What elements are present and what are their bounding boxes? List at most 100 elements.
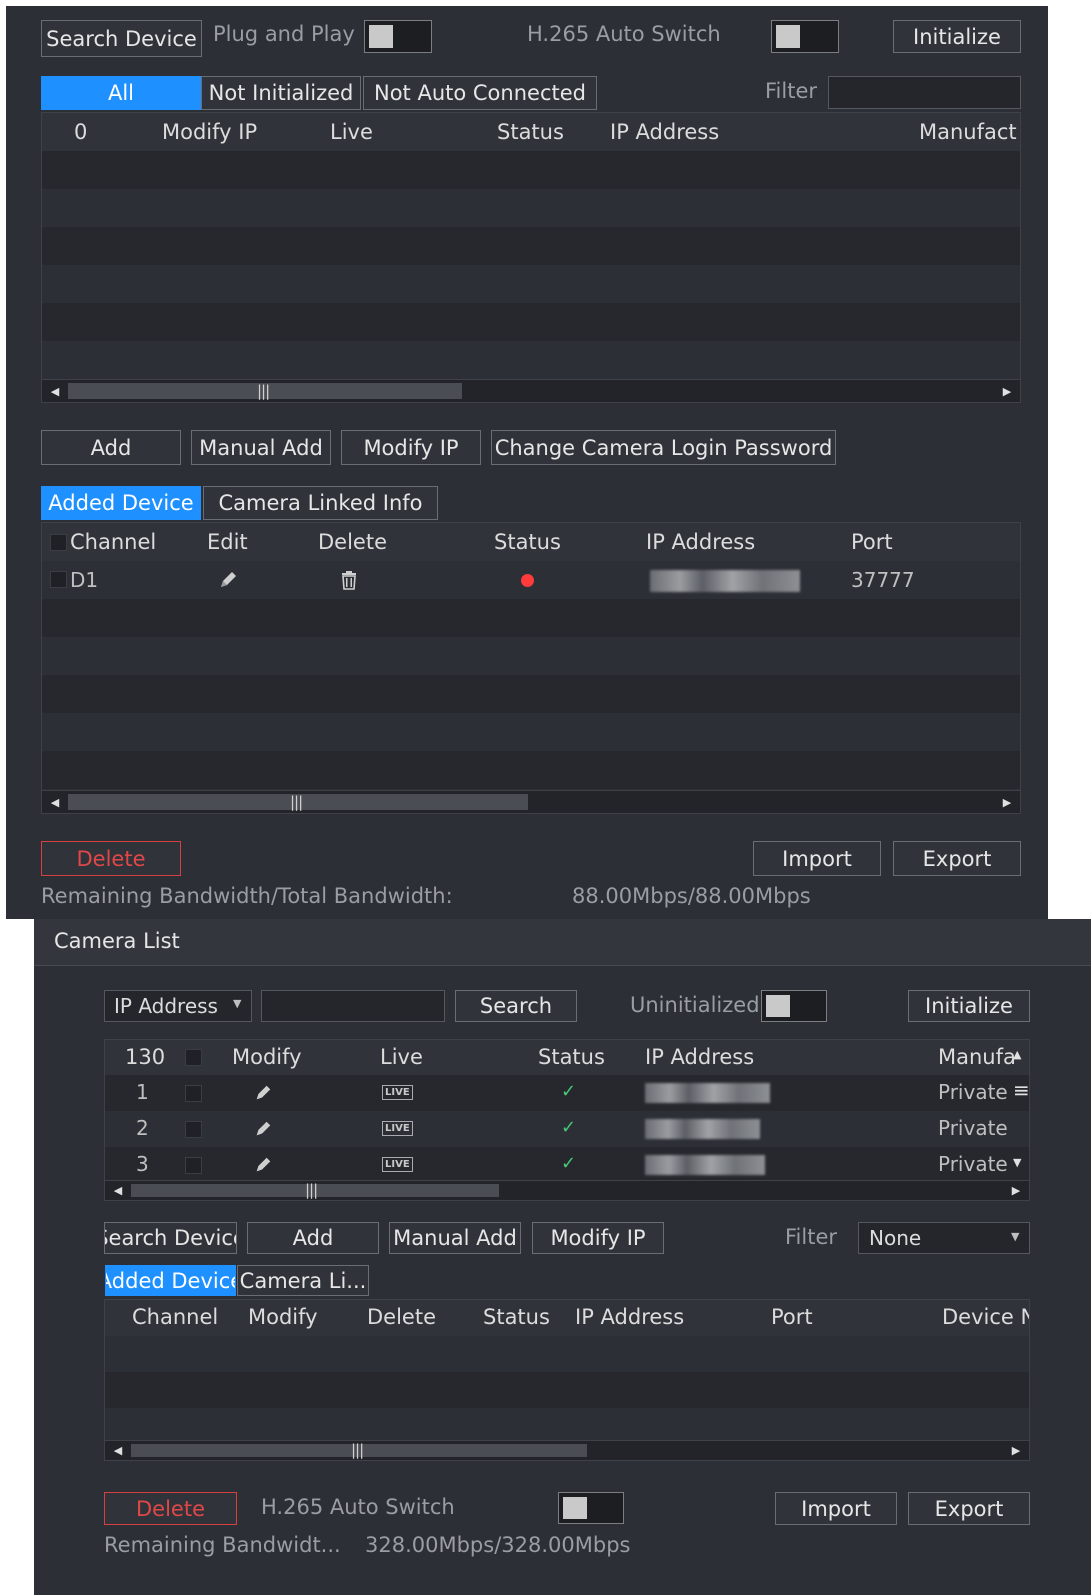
menu-icon[interactable]: ≡ [1013, 1078, 1029, 1102]
tab-camera-linked-info[interactable]: Camera Linked Info [203, 486, 438, 520]
row-checkbox[interactable] [185, 1085, 202, 1102]
table-row [42, 713, 1020, 751]
initialize-button[interactable]: Initialize [893, 20, 1021, 53]
col-status: Status [483, 1305, 550, 1329]
toggle-knob [563, 1497, 587, 1519]
live-icon[interactable]: LIVE [382, 1121, 413, 1136]
tab-not-initialized[interactable]: Not Initialized [201, 76, 361, 110]
device-grid: 0 Modify IP Live Status IP Address Manuf… [41, 112, 1021, 403]
initialize-button[interactable]: Initialize [908, 990, 1030, 1022]
pencil-icon[interactable] [253, 1155, 273, 1175]
search-by-value: IP Address [114, 994, 218, 1018]
pencil-icon[interactable] [253, 1119, 273, 1139]
scroll-up-icon[interactable]: ▲ [1013, 1048, 1021, 1061]
add-button[interactable]: Add [247, 1222, 379, 1254]
tab-all[interactable]: All [41, 76, 201, 110]
manual-add-button[interactable]: Manual Add [191, 430, 331, 465]
tab-added-device[interactable]: Added Device [41, 486, 201, 520]
export-button[interactable]: Export [908, 1492, 1030, 1525]
dropdown-arrow-icon: ▼ [233, 997, 242, 1010]
import-button[interactable]: Import [753, 841, 881, 876]
delete-button[interactable]: Delete [41, 841, 181, 876]
table-row[interactable]: D1 37777 [42, 561, 1020, 599]
horizontal-scrollbar[interactable]: ◀ ||| ▶ [105, 1180, 1029, 1200]
camera-list-panel: Camera List IP Address ▼ Search Uninitia… [34, 919, 1091, 1595]
search-button[interactable]: Search [455, 990, 577, 1022]
search-input[interactable] [261, 990, 445, 1022]
manufacturer-cell: Private [938, 1152, 1008, 1176]
scroll-left-icon[interactable]: ◀ [44, 791, 66, 813]
horizontal-scrollbar[interactable]: ◀ ||| ▶ [105, 1440, 1029, 1460]
scroll-left-icon[interactable]: ◀ [107, 1181, 129, 1200]
col-modify: Modify [248, 1305, 318, 1329]
plug-and-play-toggle[interactable] [364, 20, 432, 53]
table-row [105, 1372, 1029, 1408]
dropdown-arrow-icon: ▼ [1011, 1230, 1020, 1243]
bandwidth-value: 88.00Mbps/88.00Mbps [572, 884, 811, 908]
manufacturer-cell: Private [938, 1080, 1008, 1104]
toggle-knob [369, 25, 393, 48]
camera-grid: 130 Modify Live Status IP Address Manufa… [104, 1039, 1030, 1201]
table-row [105, 1408, 1029, 1444]
toggle-knob [766, 995, 790, 1017]
tab-camera-linked-info[interactable]: Camera Li... [237, 1265, 369, 1296]
table-row[interactable]: 1 LIVE ✓ Private ≡ [105, 1075, 1029, 1111]
port-cell: 37777 [851, 568, 915, 592]
col-manufacturer: Manufa [938, 1045, 1016, 1069]
search-device-button[interactable]: Search Device [41, 20, 202, 57]
live-icon[interactable]: LIVE [382, 1157, 413, 1172]
horizontal-scrollbar[interactable]: ◀ ||| ▶ [42, 790, 1020, 813]
table-row[interactable]: 3 LIVE ✓ Private ▼ [105, 1147, 1029, 1183]
col-modify-ip: Modify IP [162, 120, 258, 144]
scroll-grip-icon: ||| [351, 1441, 364, 1459]
scroll-right-icon[interactable]: ▶ [996, 791, 1018, 813]
h265-auto-switch-toggle[interactable] [771, 20, 839, 53]
scroll-left-icon[interactable]: ◀ [44, 380, 66, 402]
change-camera-login-password-button[interactable]: Change Camera Login Password [491, 430, 836, 465]
col-count: 0 [74, 120, 88, 144]
table-row[interactable]: 2 LIVE ✓ Private [105, 1111, 1029, 1147]
manufacturer-cell: Private [938, 1116, 1008, 1140]
pencil-icon[interactable] [217, 569, 239, 591]
scroll-right-icon[interactable]: ▶ [1005, 1441, 1027, 1460]
export-button[interactable]: Export [893, 841, 1021, 876]
scroll-right-icon[interactable]: ▶ [996, 380, 1018, 402]
row-checkbox[interactable] [185, 1121, 202, 1138]
select-all-checkbox[interactable] [50, 534, 67, 551]
modify-ip-button[interactable]: Modify IP [341, 430, 481, 465]
table-row [42, 599, 1020, 637]
plug-and-play-label: Plug and Play [213, 22, 355, 46]
h265-auto-switch-toggle[interactable] [558, 1492, 624, 1524]
table-row [42, 151, 1020, 189]
search-device-button[interactable]: Search Device [104, 1222, 237, 1254]
scroll-right-icon[interactable]: ▶ [1005, 1181, 1027, 1200]
col-port: Port [771, 1305, 813, 1329]
live-icon[interactable]: LIVE [382, 1085, 413, 1100]
col-device-name: Device Na [942, 1305, 1029, 1329]
col-status: Status [538, 1045, 605, 1069]
row-checkbox[interactable] [185, 1157, 202, 1174]
filter-select[interactable]: None ▼ [858, 1222, 1030, 1254]
row-checkbox[interactable] [50, 571, 67, 588]
import-button[interactable]: Import [775, 1492, 897, 1525]
uninitialized-toggle[interactable] [761, 990, 827, 1022]
filter-input[interactable] [828, 76, 1021, 109]
delete-button[interactable]: Delete [104, 1492, 237, 1525]
tab-not-auto-connected[interactable]: Not Auto Connected [363, 76, 597, 110]
add-button[interactable]: Add [41, 430, 181, 465]
search-by-select[interactable]: IP Address ▼ [104, 990, 252, 1022]
added-device-grid: Channel Edit Delete Status IP Address Po… [41, 522, 1021, 814]
select-all-checkbox[interactable] [185, 1049, 202, 1066]
scroll-down-icon[interactable]: ▼ [1013, 1156, 1021, 1169]
channel-cell: D1 [70, 568, 99, 592]
trash-icon[interactable] [340, 569, 358, 591]
tab-added-device[interactable]: Added Device [105, 1265, 236, 1296]
horizontal-scrollbar[interactable]: ◀ ||| ▶ [42, 379, 1020, 402]
scroll-left-icon[interactable]: ◀ [107, 1441, 129, 1460]
modify-ip-button[interactable]: Modify IP [532, 1222, 664, 1254]
status-offline-indicator [521, 574, 534, 587]
index-cell: 3 [136, 1152, 149, 1176]
table-row [42, 751, 1020, 789]
pencil-icon[interactable] [253, 1083, 273, 1103]
manual-add-button[interactable]: Manual Add [389, 1222, 521, 1254]
